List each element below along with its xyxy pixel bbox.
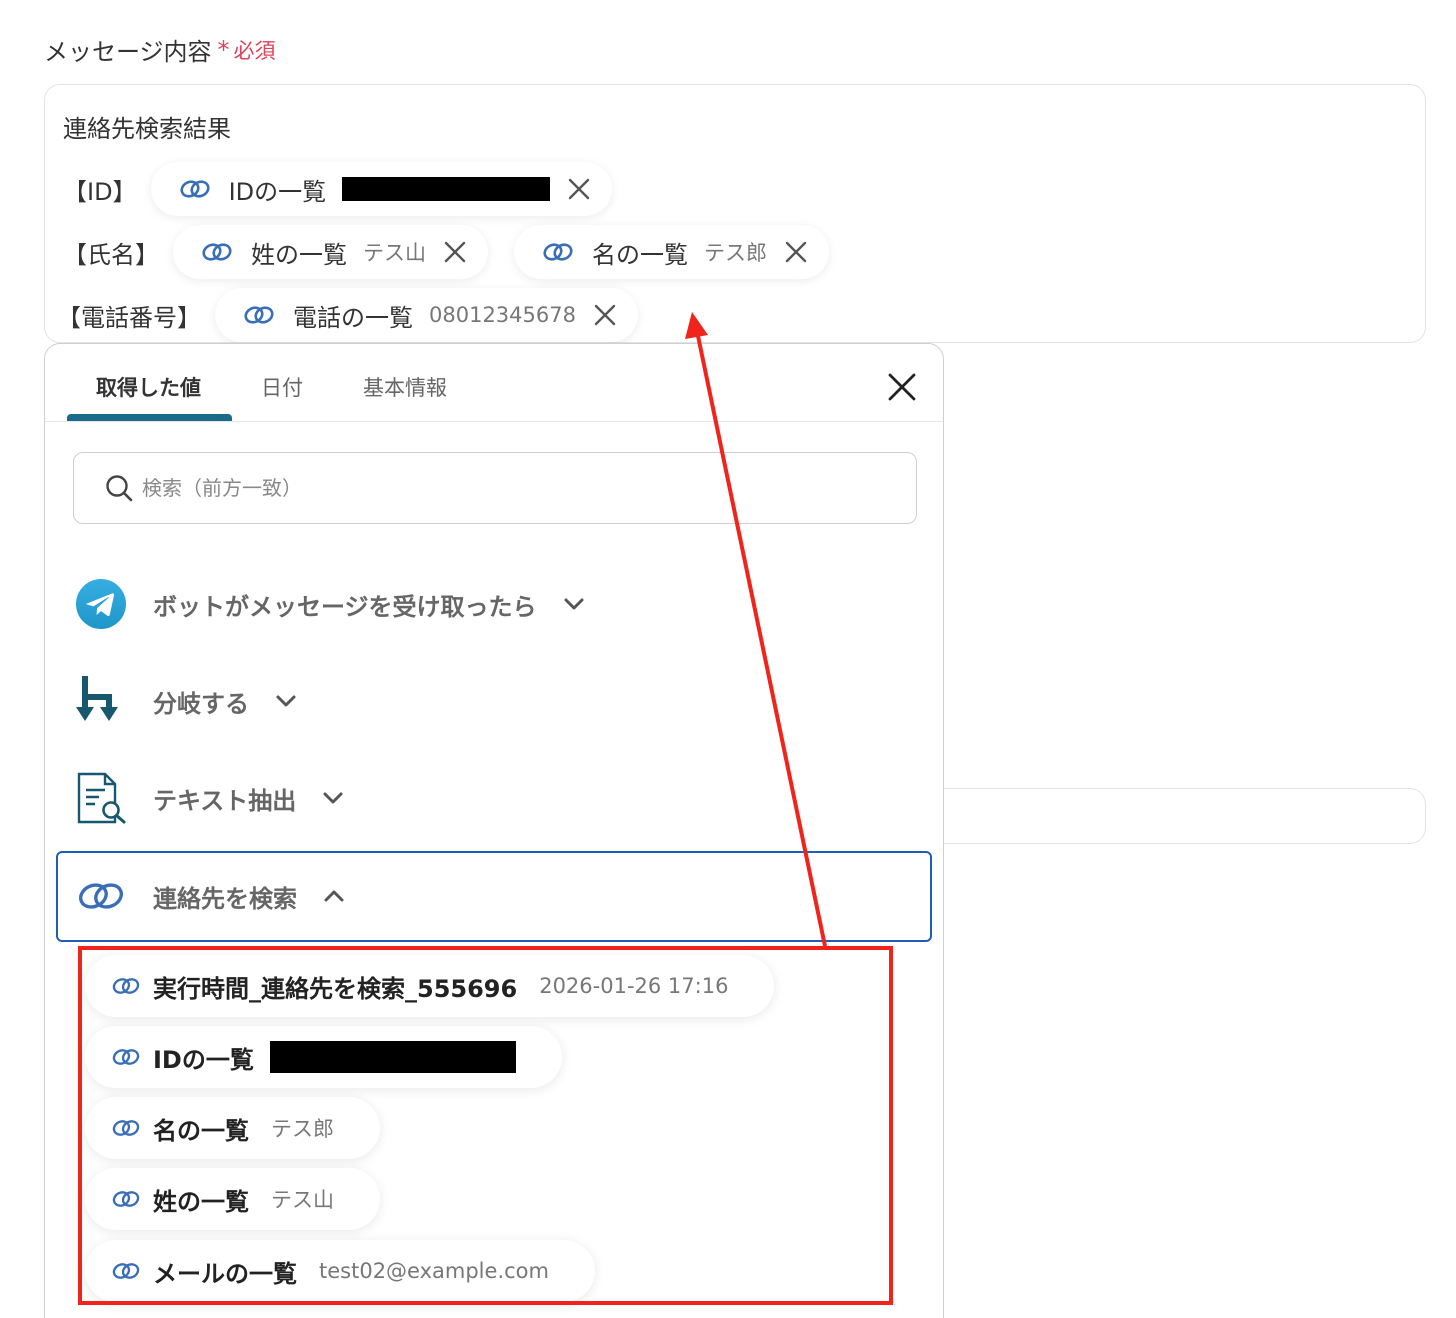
chip-id[interactable]: IDの一覧 (150, 162, 613, 216)
close-icon[interactable] (785, 241, 807, 263)
group-bot-message-label: ボットがメッセージを受け取ったら (153, 592, 537, 621)
document-search-icon (75, 772, 127, 824)
editor-line-title: 連絡先検索結果 (63, 109, 231, 144)
phone-label: 【電話番号】 (57, 303, 201, 332)
chip-id-name: IDの一覧 (228, 177, 327, 206)
chevron-down-icon (275, 694, 297, 708)
tab-basic-info[interactable]: 基本情報 (363, 372, 447, 402)
group-branch-label: 分岐する (153, 689, 249, 718)
telegram-icon (75, 578, 127, 630)
close-icon[interactable] (594, 304, 616, 326)
group-contact-search[interactable]: 連絡先を検索 (75, 870, 345, 922)
field-label: メッセージ内容 * 必須 (44, 32, 276, 67)
chip-phone[interactable]: 電話の一覧 08012345678 (215, 288, 638, 342)
chip-last-name-name: 姓の一覧 (251, 240, 347, 269)
active-tab-indicator (67, 414, 232, 421)
tab-date[interactable]: 日付 (261, 372, 303, 402)
close-panel-icon[interactable] (887, 372, 917, 402)
chevron-down-icon (322, 791, 344, 805)
group-text-extract-label: テキスト抽出 (153, 786, 297, 815)
tab-bar: 取得した値 日付 基本情報 (45, 344, 943, 422)
editor-title-text: 連絡先検索結果 (63, 115, 231, 143)
tab-retrieved-values[interactable]: 取得した値 (96, 372, 201, 402)
close-icon[interactable] (568, 178, 590, 200)
chip-first-name[interactable]: 名の一覧 テス郎 (514, 225, 829, 279)
required-text: 必須 (233, 38, 276, 63)
required-star: * (217, 35, 230, 64)
link-icon (201, 241, 233, 263)
editor-line-name: 【氏名】 姓の一覧 テス山 名の一覧 テス郎 (63, 225, 829, 279)
highlight-box (78, 946, 893, 1305)
chip-phone-value: 08012345678 (429, 303, 576, 327)
chevron-down-icon (563, 597, 585, 611)
chevron-up-icon (323, 889, 345, 903)
redacted-value (342, 177, 551, 201)
link-icon (179, 178, 211, 200)
background-field[interactable] (940, 788, 1426, 844)
chip-last-name[interactable]: 姓の一覧 テス山 (173, 225, 488, 279)
chip-phone-name: 電話の一覧 (293, 303, 413, 332)
message-editor[interactable]: 連絡先検索結果 【ID】 IDの一覧 【氏名】 姓の一覧 テス山 名の一覧 テス… (44, 84, 1426, 343)
branch-icon (75, 675, 127, 727)
group-bot-message[interactable]: ボットがメッセージを受け取ったら (75, 578, 585, 630)
id-label: 【ID】 (63, 177, 137, 206)
chip-first-name-name: 名の一覧 (592, 240, 688, 269)
chip-first-name-value: テス郎 (704, 241, 767, 265)
name-label: 【氏名】 (63, 240, 159, 269)
link-icon (542, 241, 574, 263)
field-label-text: メッセージ内容 (44, 38, 212, 66)
group-branch[interactable]: 分岐する (75, 675, 297, 727)
search-input[interactable] (142, 476, 842, 500)
group-contact-search-label: 連絡先を検索 (153, 884, 297, 913)
link-icon (75, 870, 127, 922)
close-icon[interactable] (444, 241, 466, 263)
search-box[interactable] (73, 452, 917, 524)
editor-line-phone: 【電話番号】 電話の一覧 08012345678 (57, 288, 638, 342)
group-text-extract[interactable]: テキスト抽出 (75, 772, 344, 824)
search-icon (106, 475, 133, 502)
editor-line-id: 【ID】 IDの一覧 (63, 162, 613, 216)
chip-last-name-value: テス山 (363, 241, 426, 265)
link-icon (243, 304, 275, 326)
